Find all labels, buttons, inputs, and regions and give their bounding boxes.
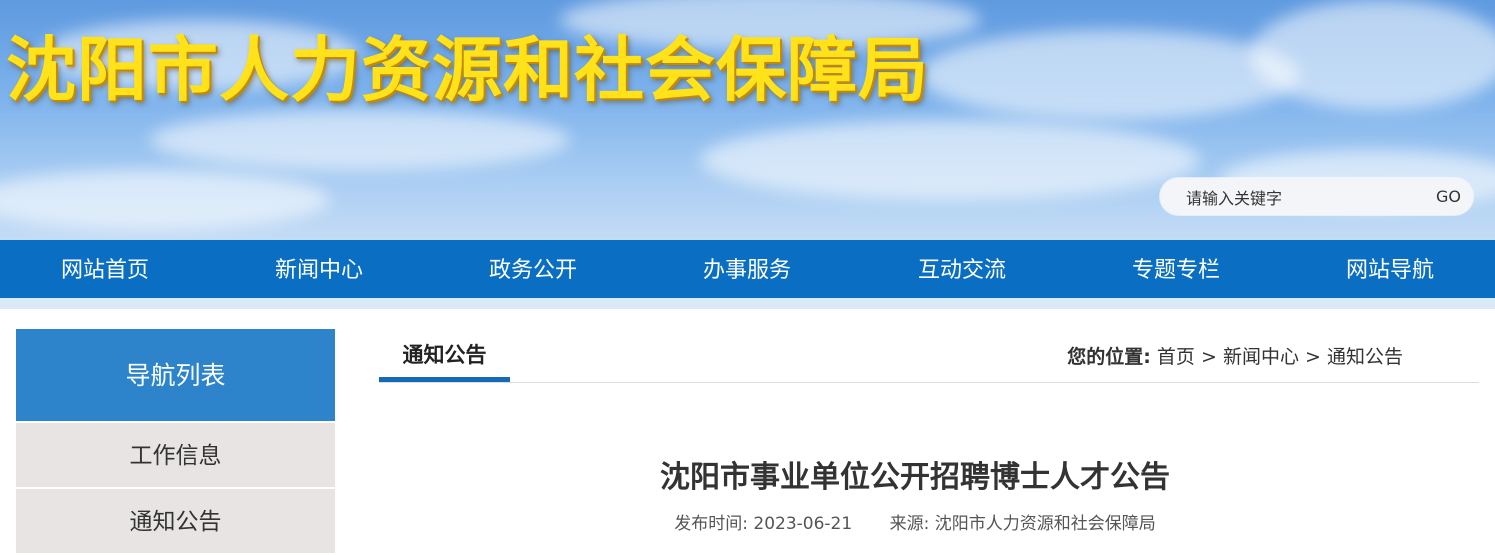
- breadcrumb: 您的位置: 首页 > 新闻中心 > 通知公告: [1067, 342, 1403, 369]
- sidebar-heading: 导航列表: [16, 329, 335, 421]
- header-banner: 沈阳市人力资源和社会保障局 GO: [0, 0, 1495, 240]
- breadcrumb-separator: >: [1305, 346, 1321, 368]
- site-title: 沈阳市人力资源和社会保障局: [6, 29, 929, 111]
- nav-item-services[interactable]: 办事服务: [657, 240, 837, 298]
- sidebar: 导航列表 工作信息 通知公告: [16, 329, 335, 553]
- nav-item-government-affairs[interactable]: 政务公开: [443, 240, 623, 298]
- source-label: 来源:: [889, 514, 930, 534]
- search-go-button[interactable]: GO: [1436, 187, 1461, 206]
- content-tabbar: 通知公告 您的位置: 首页 > 新闻中心 > 通知公告: [379, 330, 1479, 383]
- breadcrumb-notices-link[interactable]: 通知公告: [1327, 346, 1403, 368]
- article-title: 沈阳市事业单位公开招聘博士人才公告: [660, 460, 1170, 495]
- nav-item-topics[interactable]: 专题专栏: [1086, 240, 1266, 298]
- nav-item-home[interactable]: 网站首页: [15, 240, 195, 298]
- cloud-decoration: [150, 110, 570, 170]
- search-box: GO: [1160, 178, 1473, 215]
- search-input[interactable]: [1184, 184, 1418, 212]
- publish-date: 2023-06-21: [753, 514, 853, 534]
- source-info: 来源: 沈阳市人力资源和社会保障局: [890, 514, 1156, 534]
- breadcrumb-home-link[interactable]: 首页: [1157, 346, 1195, 368]
- nav-item-news[interactable]: 新闻中心: [229, 240, 409, 298]
- cloud-decoration: [700, 120, 1200, 200]
- tab-notices[interactable]: 通知公告: [379, 330, 510, 382]
- breadcrumb-news-link[interactable]: 新闻中心: [1223, 346, 1299, 368]
- nav-divider: [0, 298, 1495, 309]
- publish-info: 发布时间: 2023-06-21: [674, 514, 852, 534]
- nav-item-site-map[interactable]: 网站导航: [1300, 240, 1480, 298]
- cloud-decoration: [1250, 0, 1495, 110]
- cloud-decoration: [0, 170, 330, 230]
- publish-label: 发布时间:: [674, 514, 748, 534]
- sidebar-item-notices[interactable]: 通知公告: [16, 487, 335, 553]
- main-nav: 网站首页 新闻中心 政务公开 办事服务 互动交流 专题专栏 网站导航: [0, 240, 1495, 298]
- sidebar-item-work-info[interactable]: 工作信息: [16, 421, 335, 487]
- article-meta: 发布时间: 2023-06-21 来源: 沈阳市人力资源和社会保障局: [379, 509, 1451, 534]
- nav-item-interaction[interactable]: 互动交流: [872, 240, 1052, 298]
- breadcrumb-separator: >: [1200, 346, 1217, 368]
- breadcrumb-label: 您的位置:: [1067, 346, 1151, 368]
- source-name: 沈阳市人力资源和社会保障局: [934, 514, 1156, 534]
- cloud-decoration: [920, 30, 1300, 120]
